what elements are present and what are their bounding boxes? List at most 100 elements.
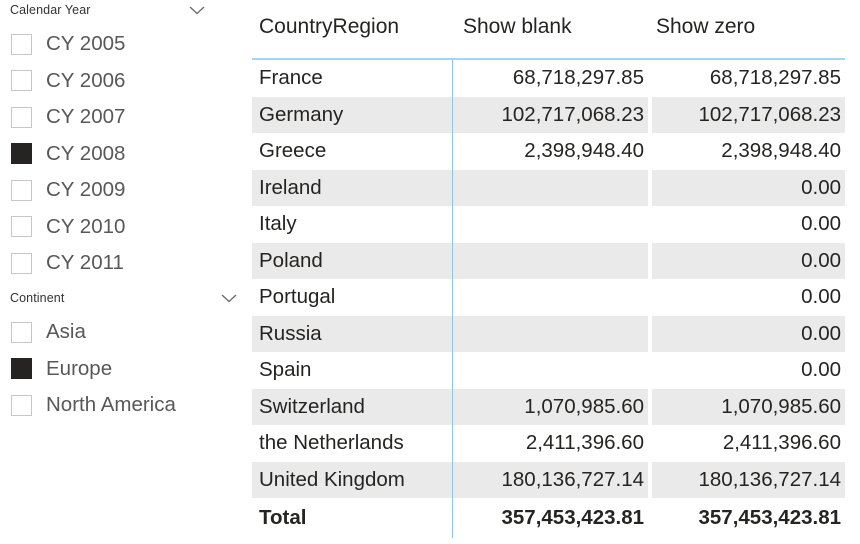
table-row[interactable]: Spain 0.00 [252, 352, 845, 389]
cell-country: France [259, 66, 323, 90]
chevron-down-icon[interactable] [220, 291, 238, 307]
slicer-item-label: CY 2009 [46, 178, 126, 201]
cell-show-blank: 2,398,948.40 [451, 133, 648, 170]
cell-show-blank [451, 315, 648, 352]
cell-show-blank [451, 352, 648, 389]
slicer-item-europe[interactable]: Europe [0, 351, 248, 388]
slicer-item-cy-2009[interactable]: CY 2009 [0, 172, 248, 209]
cell-show-blank [451, 169, 648, 206]
slicer-item-cy-2005[interactable]: CY 2005 [0, 26, 248, 63]
cell-show-zero: 102,717,068.23 [648, 96, 845, 133]
cell-show-zero: 0.00 [648, 242, 845, 279]
table-row[interactable]: Russia 0.00 [252, 315, 845, 352]
cell-country: Ireland [252, 169, 452, 206]
matrix-body: France 68,718,297.85 68,718,297.85 Germany 1… [252, 59, 845, 538]
cell-show-zero: 68,718,297.85 [648, 59, 845, 97]
cell-show-zero: 357,453,423.81 [648, 498, 845, 538]
cell-show-zero: 0.00 [648, 206, 845, 243]
slicer-item-label: Europe [46, 356, 113, 380]
column-header-show-zero[interactable]: Show zero [648, 0, 845, 53]
table-row[interactable]: Poland 0.00 [252, 242, 845, 279]
cell-show-blank: 102,717,068.23 [451, 96, 648, 133]
cell-show-blank: 2,411,396.60 [451, 425, 648, 462]
table-row[interactable]: Switzerland 1,070,985.60 1,070,985.60 [252, 388, 845, 425]
checkbox-icon[interactable] [11, 252, 32, 274]
cell-show-blank: 180,136,727.14 [451, 461, 648, 498]
cell-country: Switzerland [252, 388, 452, 425]
cell-show-zero: 0.00 [648, 279, 845, 316]
cell-show-blank [451, 242, 648, 279]
slicer-header-continent: Continent [0, 288, 248, 310]
matrix-total-row[interactable]: Total 357,453,423.81 357,453,423.81 [252, 498, 845, 538]
column-header-show-blank[interactable]: Show blank [452, 0, 648, 53]
cell-show-zero: 1,070,985.60 [648, 388, 845, 425]
slicer-item-cy-2010[interactable]: CY 2010 [0, 209, 248, 246]
slicer-item-label: CY 2005 [46, 32, 126, 55]
slicer-item-north-america[interactable]: North America [0, 387, 248, 424]
slicer-item-cy-2007[interactable]: CY 2007 [0, 99, 248, 136]
column-header-countryregion[interactable]: CountryRegion [252, 0, 452, 53]
slicer-title-continent: Continent [10, 291, 65, 305]
cell-show-blank: 1,070,985.60 [451, 388, 648, 425]
cell-show-blank: 68,718,297.85 [451, 59, 648, 97]
slicer-list-calendar-year: CY 2005 CY 2006 CY 2007 CY 2008 CY 2009 CY 20… [0, 26, 248, 282]
checkbox-icon[interactable] [11, 70, 32, 92]
slicer-item-label: CY 2010 [46, 214, 126, 238]
slicer-item-label: North America [46, 393, 176, 416]
matrix-header-row: CountryRegion Show blank Show zero [252, 0, 845, 53]
cell-country: United Kingdom [252, 461, 452, 498]
checkbox-icon[interactable] [11, 321, 32, 343]
slicer-continent: Continent Asia Europe North America [0, 288, 248, 424]
cell-show-blank [451, 279, 648, 316]
checkbox-icon[interactable] [11, 179, 32, 201]
cell-show-blank: 357,453,423.81 [451, 498, 648, 538]
slicer-title-calendar-year: Calendar Year [10, 3, 91, 17]
table-row[interactable]: Portugal 0.00 [252, 279, 845, 316]
cell-country: Russia [252, 315, 452, 352]
slicer-item-label: CY 2006 [46, 68, 126, 92]
slicer-item-asia[interactable]: Asia [0, 314, 248, 351]
cell-country: the Netherlands [259, 431, 404, 455]
cell-show-blank [451, 206, 648, 243]
table-row[interactable]: Germany 102,717,068.23 102,717,068.23 [252, 96, 845, 133]
slicer-header-calendar-year: Calendar Year [0, 0, 248, 22]
cell-show-zero: 0.00 [648, 169, 845, 206]
table-row[interactable]: United Kingdom 180,136,727.14 180,136,727.… [252, 461, 845, 498]
slicer-item-cy-2008[interactable]: CY 2008 [0, 136, 248, 173]
cell-country: Italy [259, 212, 297, 236]
checkbox-icon[interactable] [11, 143, 32, 165]
cell-country: Greece [259, 139, 327, 163]
table-row[interactable]: the Netherlands 2,411,396.60 2,411,396.60 [252, 425, 845, 462]
cell-country: Portugal [259, 285, 336, 309]
matrix-header: CountryRegion Show blank Show zero [252, 0, 845, 60]
cell-country: Poland [252, 242, 452, 279]
slicer-item-cy-2006[interactable]: CY 2006 [0, 63, 248, 100]
table-row[interactable]: Ireland 0.00 [252, 169, 845, 206]
cell-country: Spain [259, 358, 312, 382]
cell-show-zero: 0.00 [648, 352, 845, 389]
checkbox-icon[interactable] [11, 358, 32, 380]
checkbox-icon[interactable] [11, 394, 32, 416]
table-row[interactable]: Greece 2,398,948.40 2,398,948.40 [252, 133, 845, 170]
cell-country: Germany [252, 96, 452, 133]
slicer-item-cy-2011[interactable]: CY 2011 [0, 245, 248, 282]
checkbox-icon[interactable] [11, 216, 32, 238]
table-row[interactable]: Italy 0.00 [252, 206, 845, 243]
table-row[interactable]: France 68,718,297.85 68,718,297.85 [252, 59, 845, 97]
matrix-visual: CountryRegion Show blank Show zero Franc… [252, 0, 852, 544]
slicer-panel: Calendar Year CY 2005 CY 2006 CY 2007 CY 200… [0, 0, 248, 544]
slicer-item-label: CY 2007 [46, 105, 126, 128]
slicer-list-continent: Asia Europe North America [0, 314, 248, 424]
checkbox-icon[interactable] [11, 106, 32, 128]
cell-show-zero: 0.00 [648, 315, 845, 352]
slicer-item-label: CY 2008 [46, 141, 126, 165]
slicer-calendar-year: Calendar Year CY 2005 CY 2006 CY 2007 CY 200… [0, 0, 248, 282]
slicer-item-label: CY 2011 [46, 251, 124, 274]
cell-show-zero: 2,411,396.60 [648, 425, 845, 462]
cell-show-zero: 180,136,727.14 [648, 461, 845, 498]
checkbox-icon[interactable] [11, 33, 32, 55]
cell-show-zero: 2,398,948.40 [648, 133, 845, 170]
matrix-table: CountryRegion Show blank Show zero Franc… [252, 0, 845, 538]
cell-country: Total [252, 498, 452, 538]
chevron-down-icon[interactable] [188, 3, 206, 19]
